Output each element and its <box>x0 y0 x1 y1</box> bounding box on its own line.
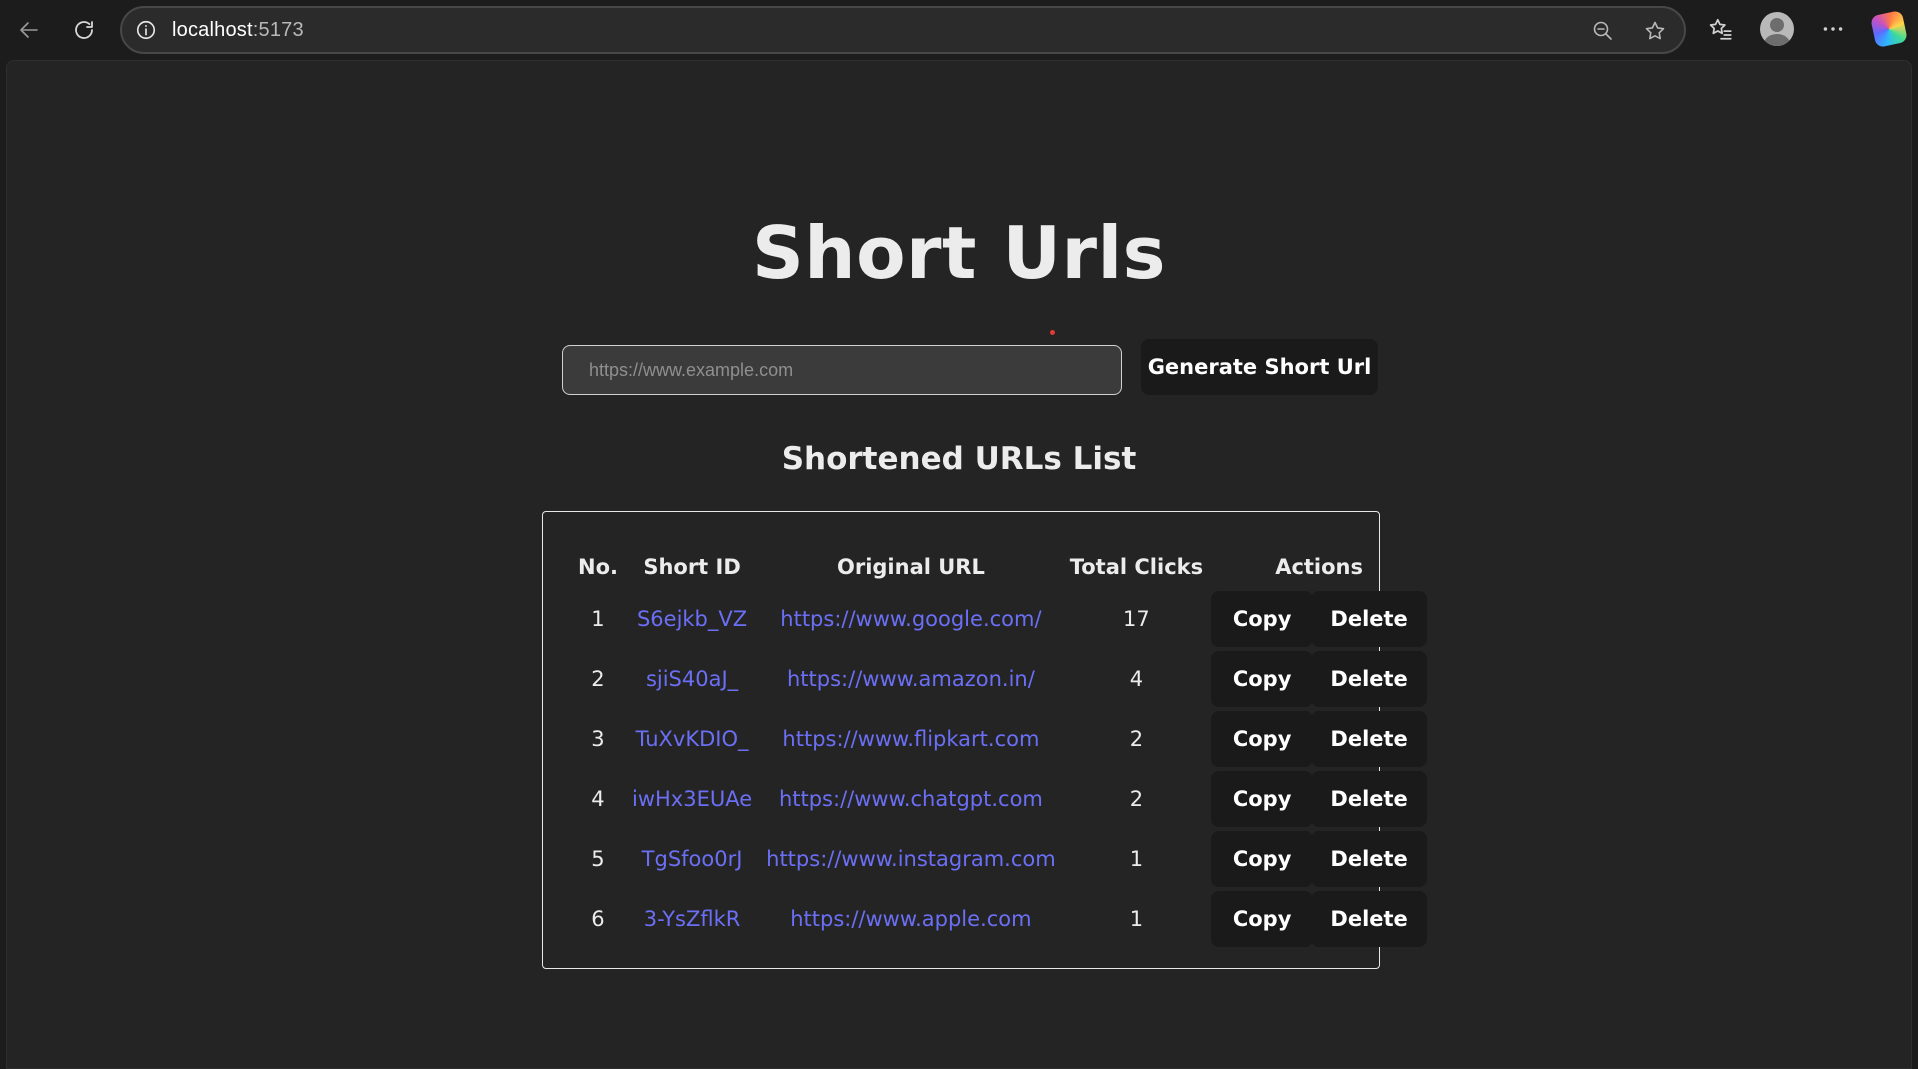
short-id-link[interactable]: sjiS40aJ_ <box>626 650 758 708</box>
refresh-icon[interactable] <box>64 10 104 50</box>
original-url-link[interactable]: https://www.flipkart.com <box>760 710 1062 768</box>
original-url-link[interactable]: https://www.chatgpt.com <box>760 770 1062 828</box>
urls-table: No. Short ID Original URL Total Clicks A… <box>570 544 1429 950</box>
total-clicks-value: 1 <box>1129 847 1144 871</box>
row-actions: Copy Delete <box>1211 590 1428 648</box>
delete-button[interactable]: Delete <box>1311 651 1428 707</box>
more-options-icon[interactable] <box>1812 8 1854 50</box>
list-title: Shortened URLs List <box>781 441 1137 477</box>
table-row: 4 iwHx3EUAe https://www.chatgpt.com 2 Copy De… <box>572 770 1428 828</box>
browser-toolbar: localhost:5173 <box>0 0 1918 60</box>
total-clicks-value: 17 <box>1123 607 1150 631</box>
header-short-id: Short ID <box>643 555 741 579</box>
row-number: 6 <box>591 907 605 931</box>
address-bar[interactable]: localhost:5173 <box>120 6 1686 54</box>
total-clicks-value: 2 <box>1129 787 1144 811</box>
total-clicks-value: 4 <box>1129 667 1144 691</box>
total-clicks-value: 1 <box>1129 907 1144 931</box>
row-actions: Copy Delete <box>1211 890 1428 948</box>
header-original-url: Original URL <box>836 555 985 579</box>
url-form: Generate Short Url <box>562 339 1378 395</box>
url-host: localhost <box>172 18 253 41</box>
row-actions: Copy Delete <box>1211 770 1428 828</box>
original-url-link[interactable]: https://www.instagram.com <box>760 830 1062 888</box>
copy-button[interactable]: Copy <box>1211 591 1314 647</box>
short-id-link[interactable]: TgSfoo0rJ <box>626 830 758 888</box>
copilot-icon[interactable] <box>1868 8 1910 50</box>
delete-button[interactable]: Delete <box>1311 771 1428 827</box>
header-no: No. <box>578 555 618 579</box>
row-number: 5 <box>591 847 605 871</box>
copy-button[interactable]: Copy <box>1211 711 1314 767</box>
row-number: 3 <box>591 727 605 751</box>
short-id-link[interactable]: iwHx3EUAe <box>626 770 758 828</box>
table-row: 3 TuXvKDIO_ https://www.flipkart.com 2 Copy D… <box>572 710 1428 768</box>
short-id-link[interactable]: TuXvKDIO_ <box>626 710 758 768</box>
page-viewport: Short Urls Generate Short Url Shortened … <box>6 60 1912 1069</box>
row-actions: Copy Delete <box>1211 710 1428 768</box>
address-url: localhost:5173 <box>172 19 304 42</box>
url-port: :5173 <box>252 18 304 41</box>
table-row: 5 TgSfoo0rJ https://www.instagram.com 1 Copy… <box>572 830 1428 888</box>
header-total-clicks: Total Clicks <box>1069 555 1204 579</box>
favorite-star-icon[interactable] <box>1638 14 1672 48</box>
url-input[interactable] <box>562 345 1122 395</box>
delete-button[interactable]: Delete <box>1311 831 1428 887</box>
avatar <box>1760 12 1794 46</box>
copy-button[interactable]: Copy <box>1211 651 1314 707</box>
original-url-link[interactable]: https://www.google.com/ <box>760 590 1062 648</box>
generate-short-url-button[interactable]: Generate Short Url <box>1141 339 1378 395</box>
table-header-row: No. Short ID Original URL Total Clicks A… <box>572 546 1427 588</box>
row-number: 4 <box>591 787 605 811</box>
original-url-link[interactable]: https://www.apple.com <box>760 890 1062 948</box>
table-row: 6 3-YsZflkR https://www.apple.com 1 Copy Dele… <box>572 890 1428 948</box>
copy-button[interactable]: Copy <box>1211 771 1314 827</box>
copy-button[interactable]: Copy <box>1211 831 1314 887</box>
copilot-logo <box>1870 10 1908 48</box>
page-title: Short Urls <box>751 211 1167 295</box>
row-actions: Copy Delete <box>1211 650 1428 708</box>
delete-button[interactable]: Delete <box>1311 591 1428 647</box>
row-actions: Copy Delete <box>1211 830 1428 888</box>
short-id-link[interactable]: 3-YsZflkR <box>626 890 758 948</box>
urls-table-card: No. Short ID Original URL Total Clicks A… <box>542 511 1428 969</box>
back-arrow-icon[interactable] <box>9 10 49 50</box>
header-actions: Actions <box>1275 555 1364 579</box>
total-clicks-value: 2 <box>1129 727 1144 751</box>
delete-button[interactable]: Delete <box>1311 891 1428 947</box>
original-url-link[interactable]: https://www.amazon.in/ <box>760 650 1062 708</box>
site-info-icon[interactable] <box>132 16 160 44</box>
table-row: 1 S6ejkb_VZ https://www.google.com/17 Copy D… <box>572 590 1428 648</box>
profile-avatar-icon[interactable] <box>1756 8 1798 50</box>
favorites-list-icon[interactable] <box>1700 8 1742 50</box>
zoom-out-icon[interactable] <box>1586 14 1620 48</box>
copy-button[interactable]: Copy <box>1211 891 1314 947</box>
table-row: 2 sjiS40aJ_ https://www.amazon.in/4 Copy Del… <box>572 650 1428 708</box>
short-id-link[interactable]: S6ejkb_VZ <box>626 590 758 648</box>
delete-button[interactable]: Delete <box>1311 711 1428 767</box>
cursor-dot <box>1050 330 1055 335</box>
row-number: 2 <box>591 667 605 691</box>
row-number: 1 <box>591 607 605 631</box>
